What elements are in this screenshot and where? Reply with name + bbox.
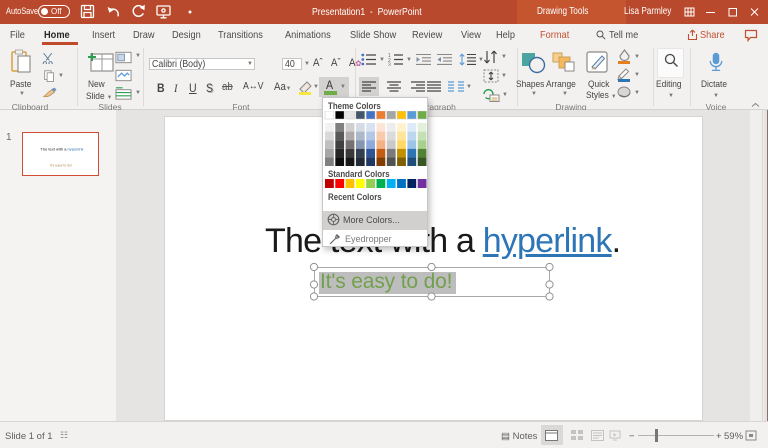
- svg-text:The text with a hyperlink: The text with a hyperlink: [40, 147, 83, 151]
- svg-text:3: 3: [388, 63, 391, 67]
- svg-text:It's easy to do!: It's easy to do!: [50, 164, 72, 168]
